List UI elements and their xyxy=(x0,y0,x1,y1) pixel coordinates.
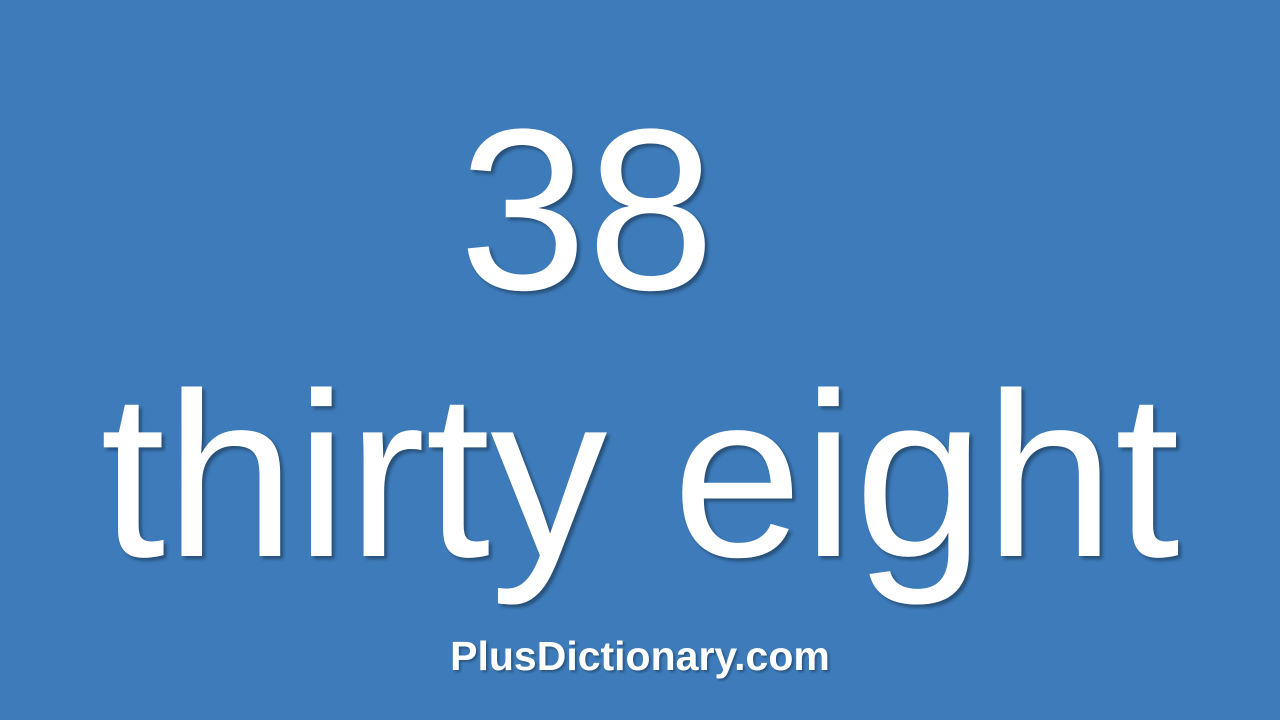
number-numeral: 38 xyxy=(459,81,715,338)
number-in-words: thirty eight xyxy=(100,344,1180,606)
site-name: PlusDictionary.com xyxy=(450,633,830,679)
